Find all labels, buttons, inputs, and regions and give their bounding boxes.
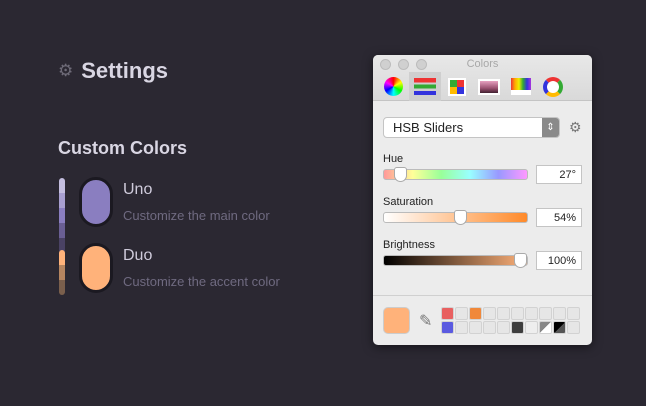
hue-slider[interactable] (383, 167, 528, 182)
swatch-grid (441, 307, 580, 334)
color-swatch[interactable] (469, 321, 482, 334)
divider (373, 295, 592, 296)
gear-icon[interactable]: ⚙ (569, 119, 582, 136)
current-color-well[interactable] (383, 307, 410, 334)
saturation-label: Saturation (383, 196, 434, 208)
hue-value[interactable]: 27° (536, 165, 582, 184)
duo-description: Customize the accent color (123, 274, 280, 289)
uno-color-swatch[interactable] (79, 177, 113, 227)
tab-pencils[interactable] (505, 72, 537, 101)
window-title: Colors (466, 58, 499, 70)
shade-segment (59, 280, 65, 295)
color-swatch[interactable] (539, 307, 552, 320)
duo-shade-bar (59, 250, 65, 295)
color-swatch[interactable] (511, 321, 524, 334)
uno-shade-bar (59, 178, 65, 253)
uno-label: Uno (123, 181, 153, 198)
duo-label: Duo (123, 247, 153, 264)
slider-knob[interactable] (514, 253, 527, 268)
color-swatch[interactable] (483, 307, 496, 320)
image-icon (478, 78, 500, 95)
shade-segment (59, 178, 65, 193)
brightness-value[interactable]: 100% (536, 251, 582, 270)
color-swatch[interactable] (497, 321, 510, 334)
tab-image[interactable] (473, 72, 505, 101)
tab-color-wheel[interactable] (377, 72, 409, 101)
color-swatch[interactable] (511, 307, 524, 320)
duo-color-swatch[interactable] (79, 243, 113, 293)
palette-icon (448, 77, 466, 96)
extension-icon (543, 76, 563, 97)
titlebar: Colors (373, 55, 592, 101)
color-swatch[interactable] (567, 321, 580, 334)
saturation-value[interactable]: 54% (536, 208, 582, 227)
page-title: Settings (81, 58, 169, 83)
color-swatch[interactable] (497, 307, 510, 320)
color-swatch[interactable] (455, 321, 468, 334)
chevron-updown-icon: ⇕ (542, 118, 559, 137)
shade-segment (59, 250, 65, 265)
section-title: Custom Colors (58, 138, 188, 158)
mode-select[interactable]: HSB Sliders ⇕ (383, 117, 560, 138)
shade-segment (59, 193, 65, 208)
shade-segment (59, 223, 65, 238)
slider-knob[interactable] (393, 167, 407, 182)
shade-segment (59, 208, 65, 223)
colors-panel: Colors HSB Sliders ⇕ ⚙ Hue 27° Saturation… (373, 55, 592, 345)
tab-palettes[interactable] (441, 72, 473, 101)
color-swatch[interactable] (441, 307, 454, 320)
color-swatch[interactable] (441, 321, 454, 334)
shade-segment (59, 265, 65, 280)
color-swatch[interactable] (469, 307, 482, 320)
color-swatch[interactable] (553, 321, 566, 334)
color-wheel-icon (383, 77, 403, 96)
gear-icon: ⚙ (58, 61, 74, 80)
color-swatch[interactable] (553, 307, 566, 320)
eyedropper-icon[interactable]: ✎ (419, 311, 432, 331)
brightness-label: Brightness (383, 239, 435, 251)
sliders-icon (414, 78, 436, 95)
color-swatch[interactable] (539, 321, 552, 334)
color-swatch[interactable] (455, 307, 468, 320)
hue-label: Hue (383, 153, 404, 165)
tab-extension[interactable] (537, 72, 569, 101)
color-swatch[interactable] (525, 307, 538, 320)
color-swatch[interactable] (567, 307, 580, 320)
color-swatch[interactable] (483, 321, 496, 334)
pencils-icon (511, 78, 531, 95)
uno-description: Customize the main color (123, 208, 270, 223)
saturation-slider[interactable] (383, 210, 528, 225)
slider-knob[interactable] (454, 210, 468, 225)
brightness-slider[interactable] (383, 253, 528, 268)
color-swatch[interactable] (525, 321, 538, 334)
settings-header: ⚙ Settings (58, 58, 168, 84)
tab-sliders[interactable] (409, 72, 441, 101)
